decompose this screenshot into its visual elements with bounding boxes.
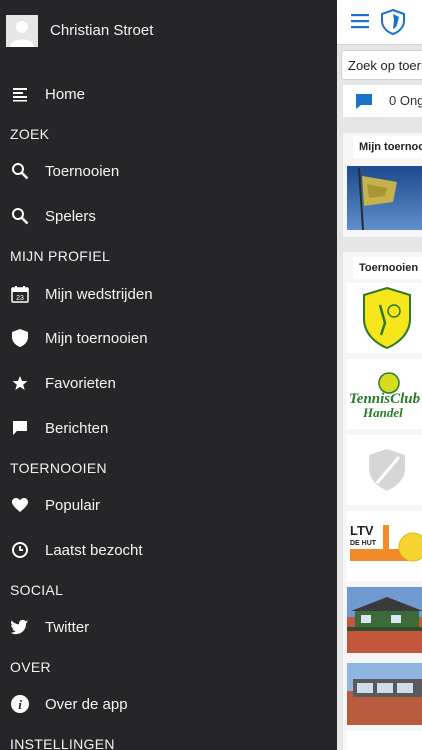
menu-item-label: Over de app: [45, 696, 128, 713]
chat-icon: [355, 93, 373, 115]
menu-item-favorieten[interactable]: Favorieten: [0, 363, 337, 403]
top-bar: [337, 0, 422, 45]
default-shield-placeholder-image: [347, 435, 422, 505]
card-title-toernooien: Toernooien: [353, 257, 422, 279]
chat-icon: [10, 418, 30, 438]
menu-item-label: Mijn toernooien: [45, 330, 148, 347]
menu-item-toernooien[interactable]: Toernooien: [0, 151, 337, 191]
svg-text:i: i: [18, 697, 22, 712]
tournament-tile[interactable]: TennisClub Handel: [347, 359, 422, 429]
avatar: [6, 15, 38, 47]
clubhouse-photo-image: [347, 587, 422, 653]
tournament-tile[interactable]: [347, 731, 422, 750]
clubhouse-photo-image-2: [347, 663, 422, 725]
profile-header[interactable]: Christian Stroet: [0, 0, 337, 62]
tournament-tile[interactable]: [347, 166, 422, 230]
menu-item-berichten[interactable]: Berichten: [0, 408, 337, 448]
messages-card[interactable]: 0 Ong: [343, 85, 422, 117]
section-header-social: SOCIAL: [10, 582, 64, 598]
svg-text:DE HUT: DE HUT: [350, 540, 377, 547]
app-logo-shield-icon: [381, 8, 405, 40]
menu-item-label: Spelers: [45, 208, 96, 225]
heart-icon: [10, 495, 30, 515]
search-icon: [10, 206, 30, 226]
menu-item-twitter[interactable]: Twitter: [0, 607, 337, 647]
menu-item-mijn-wedstrijden[interactable]: 23 Mijn wedstrijden: [0, 274, 337, 314]
menu-item-label: Toernooien: [45, 163, 120, 180]
menu-item-spelers[interactable]: Spelers: [0, 196, 337, 236]
menu-item-label: Mijn wedstrijden: [45, 286, 153, 303]
menu-item-home[interactable]: Home: [0, 74, 337, 114]
menu-lines-icon: [10, 84, 30, 104]
menu-item-label: Berichten: [45, 420, 109, 437]
svg-text:Handel: Handel: [362, 405, 403, 420]
section-header-mijn-profiel: MIJN PROFIEL: [10, 248, 111, 264]
card-title-mijn-toernooien: Mijn toernoo: [353, 136, 422, 158]
menu-item-mijn-toernooien[interactable]: Mijn toernooien: [0, 318, 337, 358]
clock-icon: [10, 540, 30, 560]
twitter-icon: [10, 617, 30, 637]
hamburger-menu-icon[interactable]: [351, 13, 369, 34]
menu-item-label: Populair: [45, 497, 101, 514]
section-header-over: OVER: [10, 659, 51, 675]
shield-icon: [10, 328, 30, 348]
section-header-zoek: ZOEK: [10, 126, 50, 142]
menu-item-over-de-app[interactable]: i Over de app: [0, 684, 337, 724]
tennisclub-handel-logo-image: TennisClub Handel: [347, 359, 422, 429]
tournament-tile[interactable]: [347, 435, 422, 505]
info-icon: i: [10, 694, 30, 714]
menu-item-label: Twitter: [45, 619, 90, 636]
svg-text:23: 23: [16, 295, 24, 302]
tournament-tile[interactable]: [347, 587, 422, 653]
tournament-tile[interactable]: LTV DE HUT: [347, 511, 422, 581]
menu-item-laatst-bezocht[interactable]: Laatst bezocht: [0, 530, 337, 570]
search-input-text: Zoek op toerr: [348, 58, 422, 73]
navigation-drawer: Christian Stroet Home ZOEK Toernooien Sp…: [0, 0, 337, 750]
calendar-icon: 23: [10, 284, 30, 304]
menu-item-label: Favorieten: [45, 375, 116, 392]
star-icon: [10, 373, 30, 393]
tournament-tile[interactable]: [347, 663, 422, 725]
profile-name: Christian Stroet: [50, 22, 154, 39]
section-header-toernooien: TOERNOOIEN: [10, 460, 107, 476]
club-logo-yellow-shield-image: [347, 283, 422, 353]
menu-item-label: Laatst bezocht: [45, 542, 143, 559]
main-content: Zoek op toerr 0 Ong Mijn toernoo Toernoo…: [337, 0, 422, 750]
section-header-instellingen: INSTELLINGEN: [10, 736, 115, 750]
menu-item-label: Home: [45, 86, 86, 103]
user-placeholder-icon: [6, 15, 38, 47]
flag-photo-image: [347, 166, 422, 230]
search-input[interactable]: Zoek op toerr: [341, 50, 422, 80]
search-icon: [10, 161, 30, 181]
svg-text:LTV: LTV: [350, 523, 374, 538]
ltv-de-hut-logo-image: LTV DE HUT: [347, 511, 422, 581]
menu-item-populair[interactable]: Populair: [0, 485, 337, 525]
messages-count: 0 Ong: [389, 93, 422, 108]
tournament-tile[interactable]: [347, 283, 422, 353]
